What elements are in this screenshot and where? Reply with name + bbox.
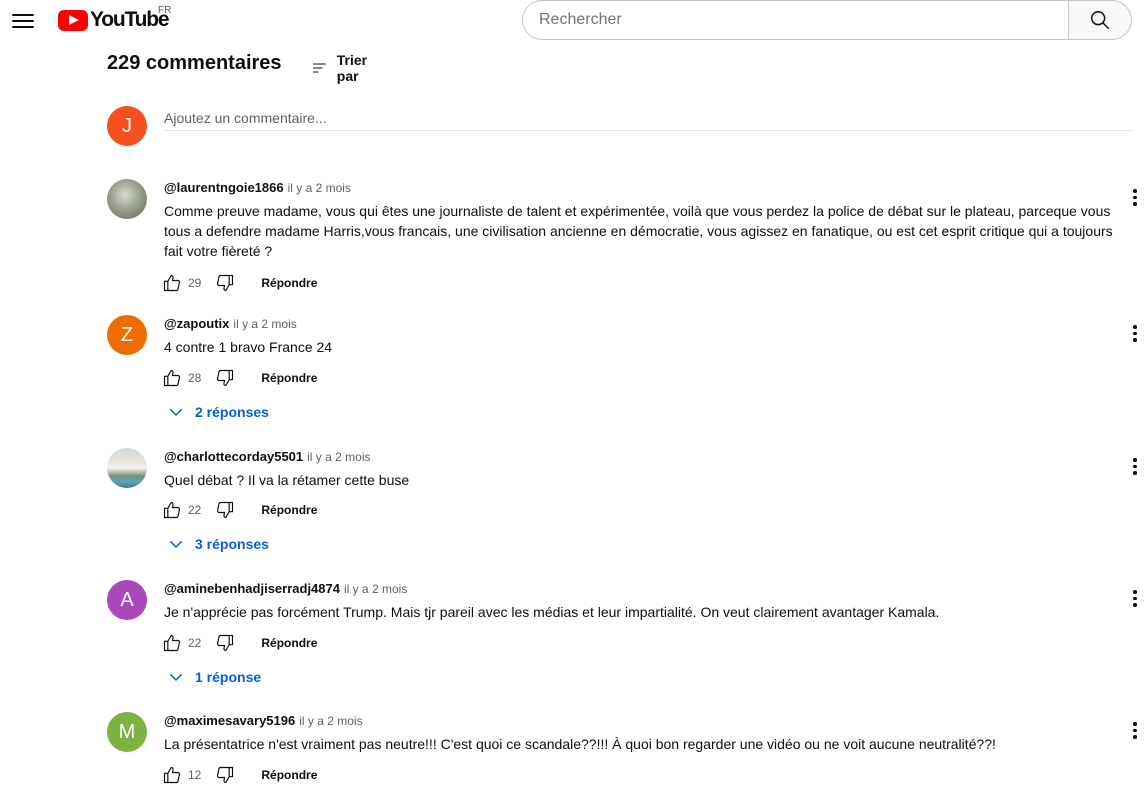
dislike-icon[interactable] — [215, 765, 235, 785]
search-box — [522, 0, 1132, 40]
avatar[interactable] — [107, 448, 147, 488]
replies-label: 3 réponses — [195, 536, 269, 552]
search-button[interactable] — [1068, 0, 1132, 40]
view-replies-button[interactable]: 2 réponses — [167, 403, 269, 421]
user-avatar: J — [107, 106, 147, 146]
like-count: 29 — [188, 276, 202, 290]
comment-text: 4 contre 1 bravo France 24 — [164, 339, 333, 355]
sort-label: Trier par — [336, 52, 368, 84]
logo-text: YouTube — [90, 8, 170, 31]
reply-button[interactable]: Répondre — [261, 371, 317, 385]
comment-time[interactable]: il y a 2 mois — [299, 714, 362, 728]
comment-actions: 22 Répondre — [162, 633, 317, 653]
chevron-down-icon — [167, 668, 185, 686]
youtube-play-icon — [58, 9, 88, 31]
comment-count: 229 commentaires — [107, 52, 282, 74]
avatar[interactable]: M — [107, 712, 147, 752]
like-icon[interactable] — [162, 765, 182, 785]
replies-label: 2 réponses — [195, 404, 269, 420]
like-icon[interactable] — [162, 368, 182, 388]
view-replies-button[interactable]: 1 réponse — [167, 668, 261, 686]
avatar[interactable] — [107, 179, 147, 219]
more-options-icon[interactable] — [1132, 590, 1138, 608]
reply-button[interactable]: Répondre — [261, 276, 317, 290]
chevron-down-icon — [167, 535, 185, 553]
comment-text: Je n'apprécie pas forcément Trump. Mais … — [164, 604, 940, 620]
search-icon — [1091, 11, 1109, 29]
comment-time[interactable]: il y a 2 mois — [344, 582, 407, 596]
hamburger-menu-icon[interactable] — [12, 10, 34, 30]
comment-actions: 22 Répondre — [162, 500, 317, 520]
top-bar: YouTube FR — [0, 0, 1148, 44]
dislike-icon[interactable] — [215, 273, 235, 293]
comment-time[interactable]: il y a 2 mois — [288, 181, 351, 195]
comment-author[interactable]: @aminebenhadjiserradj4874 — [164, 581, 340, 596]
sort-button[interactable]: Trier par — [312, 52, 374, 84]
comment-text: Quel débat ? Il va la rétamer cette buse — [164, 472, 410, 488]
more-options-icon[interactable] — [1132, 458, 1138, 476]
like-icon[interactable] — [162, 633, 182, 653]
avatar[interactable]: Z — [107, 315, 147, 355]
dislike-icon[interactable] — [215, 500, 235, 520]
dislike-icon[interactable] — [215, 633, 235, 653]
comment-actions: 29 Répondre — [162, 273, 317, 293]
dislike-icon[interactable] — [215, 368, 235, 388]
like-count: 22 — [188, 503, 202, 517]
add-comment: J — [107, 106, 1135, 148]
like-count: 28 — [188, 371, 202, 385]
reply-button[interactable]: Répondre — [261, 768, 317, 782]
youtube-logo[interactable]: YouTube FR — [58, 5, 172, 32]
comment-author[interactable]: @maximesavary5196 — [164, 713, 295, 728]
replies-label: 1 réponse — [195, 669, 262, 685]
like-icon[interactable] — [162, 500, 182, 520]
reply-button[interactable]: Répondre — [261, 636, 317, 650]
search-input[interactable] — [522, 0, 1068, 40]
comment-author[interactable]: @charlottecorday5501 — [164, 449, 303, 464]
like-icon[interactable] — [162, 273, 182, 293]
comment-actions: 28 Répondre — [162, 368, 317, 388]
comment-text: Comme preuve madame, vous qui êtes une j… — [164, 203, 1113, 259]
add-comment-input[interactable] — [164, 106, 1134, 131]
more-options-icon[interactable] — [1132, 722, 1138, 740]
more-options-icon[interactable] — [1132, 189, 1138, 207]
more-options-icon[interactable] — [1132, 325, 1138, 343]
like-count: 22 — [188, 636, 202, 650]
comment-time[interactable]: il y a 2 mois — [307, 450, 370, 464]
comment-time[interactable]: il y a 2 mois — [233, 317, 296, 331]
country-code: FR — [158, 5, 172, 16]
comments-header: 229 commentaires Trier par — [107, 52, 367, 84]
comment-actions: 12 Répondre — [162, 765, 317, 785]
view-replies-button[interactable]: 3 réponses — [167, 535, 269, 553]
avatar[interactable]: A — [107, 580, 147, 620]
sort-icon — [312, 63, 326, 73]
chevron-down-icon — [167, 403, 185, 421]
comment-text: La présentatrice n'est vraiment pas neut… — [164, 736, 996, 752]
comment-author[interactable]: @laurentngoie1866 — [164, 180, 284, 195]
reply-button[interactable]: Répondre — [261, 503, 317, 517]
comment-author[interactable]: @zapoutix — [164, 316, 229, 331]
like-count: 12 — [188, 768, 202, 782]
